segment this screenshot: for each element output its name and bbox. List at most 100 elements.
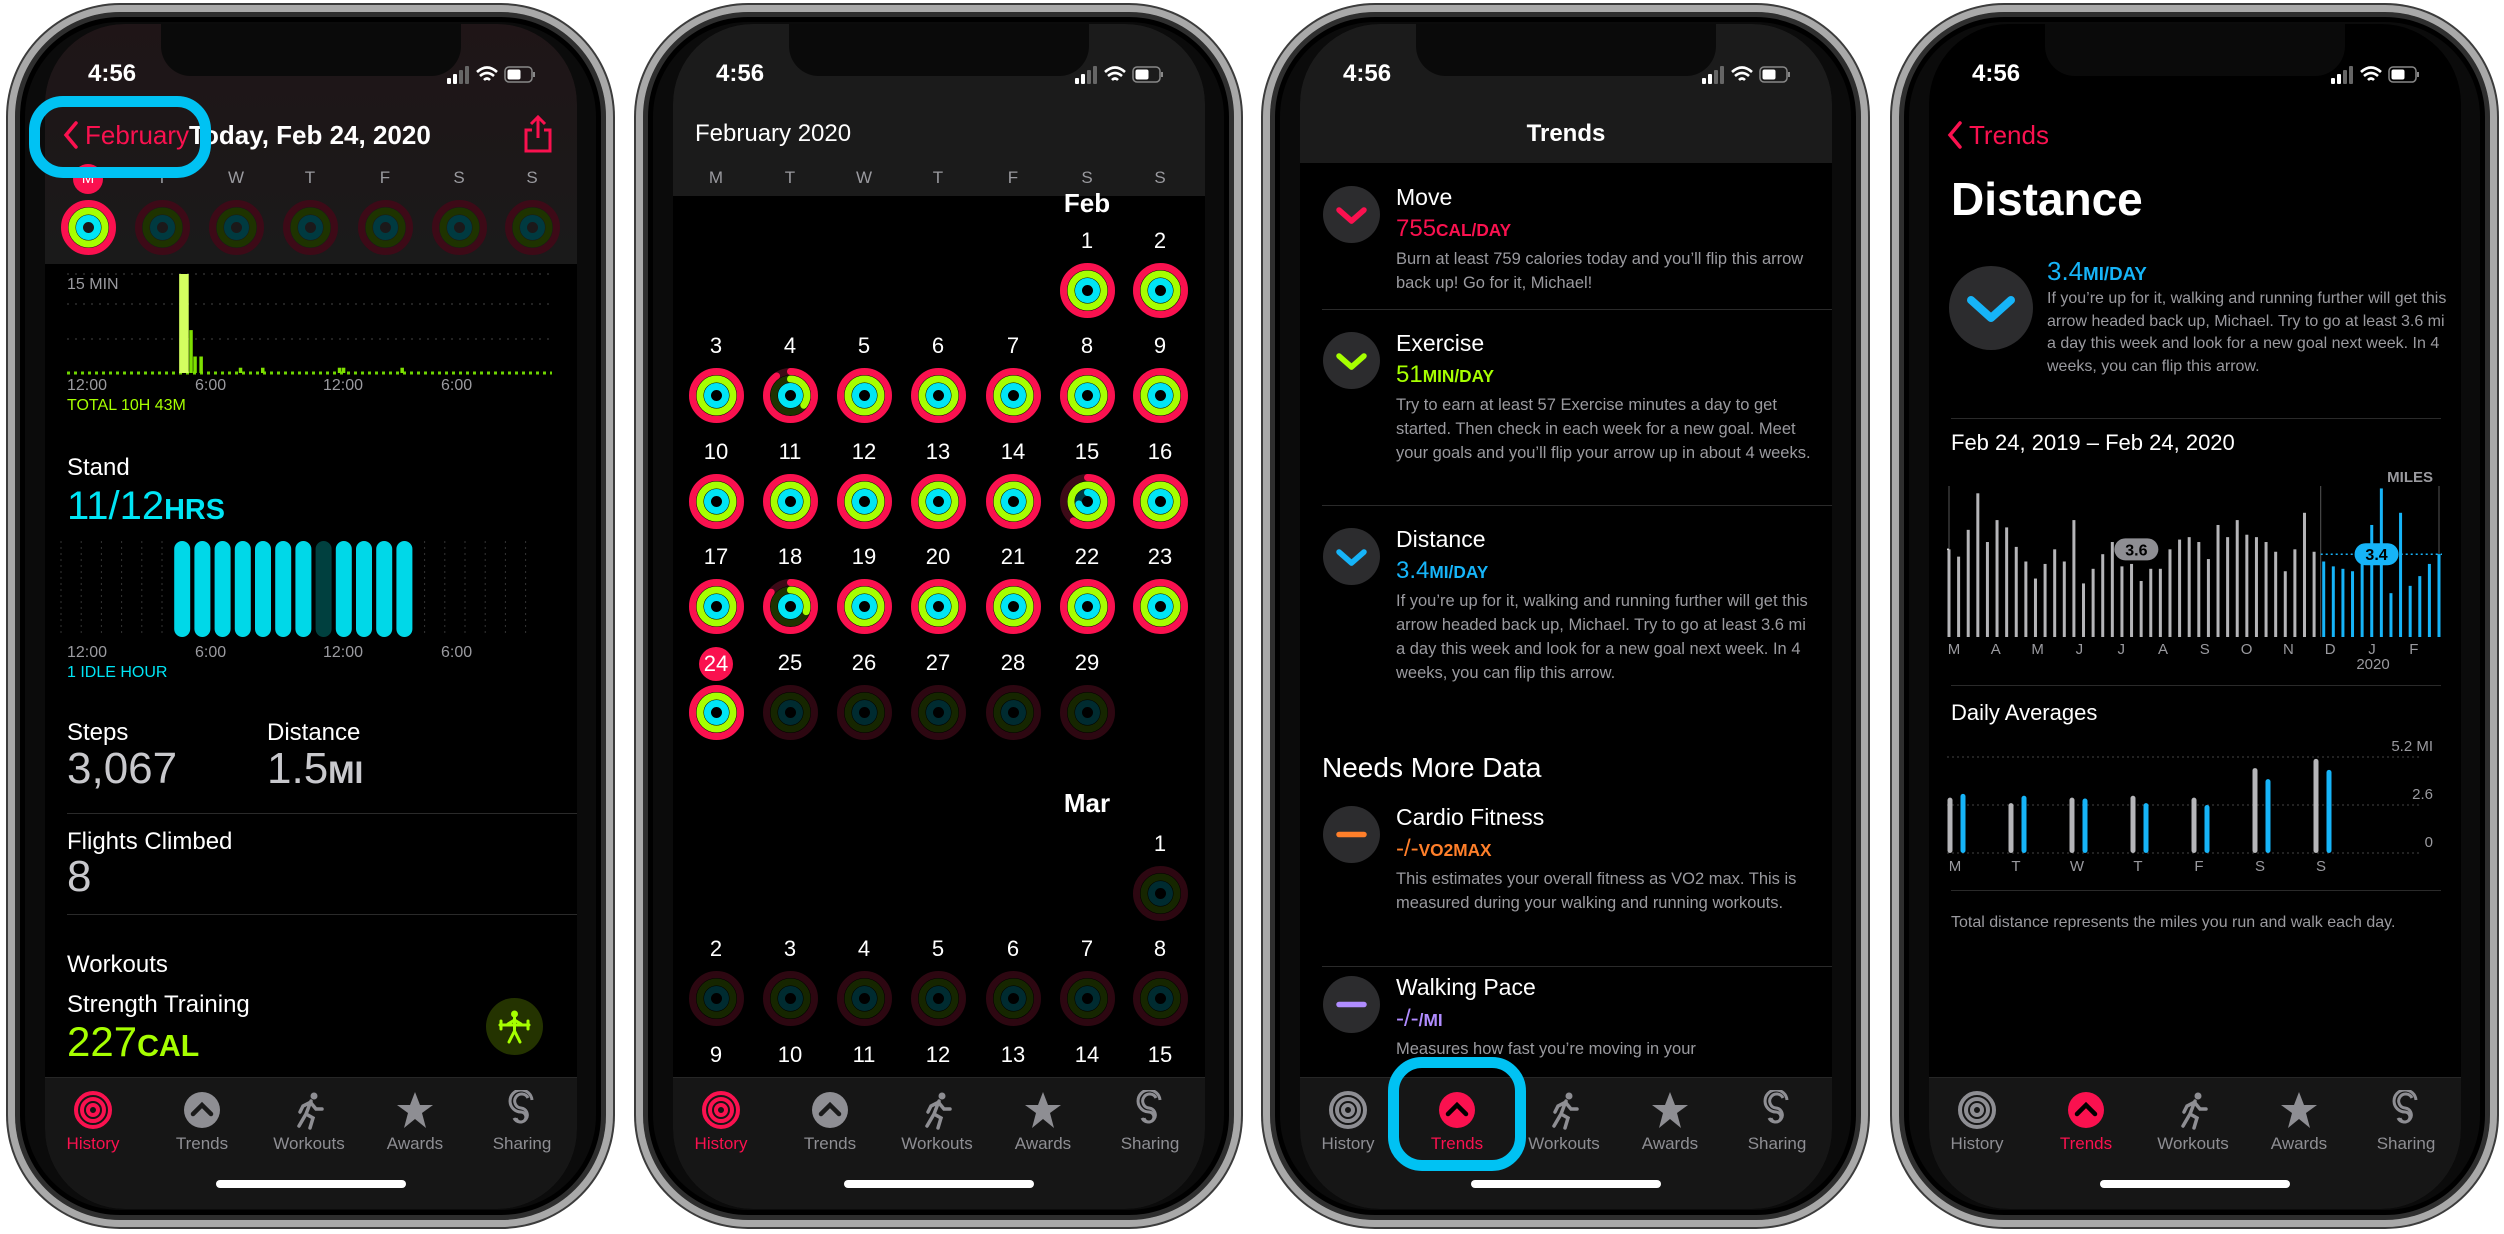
calendar-day[interactable]: 16 — [1135, 439, 1185, 465]
activity-rings-icon[interactable] — [688, 473, 745, 530]
activity-rings-icon[interactable] — [985, 578, 1042, 635]
activity-rings-icon[interactable] — [836, 473, 893, 530]
tab-trends[interactable]: Trends — [152, 1090, 252, 1154]
activity-rings-icon[interactable] — [431, 199, 488, 256]
activity-rings-icon[interactable] — [1059, 970, 1116, 1027]
calendar-day[interactable]: 17 — [691, 544, 741, 570]
activity-rings-icon[interactable] — [688, 367, 745, 424]
calendar-day[interactable]: 12 — [913, 1042, 963, 1068]
calendar-day[interactable]: 25 — [765, 650, 815, 676]
calendar-day[interactable]: 8 — [1135, 936, 1185, 962]
activity-rings-icon[interactable] — [762, 970, 819, 1027]
calendar-day[interactable]: 24 — [699, 647, 733, 681]
calendar-day[interactable]: 27 — [913, 650, 963, 676]
activity-rings-icon[interactable] — [1132, 473, 1189, 530]
calendar-day[interactable]: 3 — [691, 333, 741, 359]
activity-rings-icon[interactable] — [60, 199, 117, 256]
activity-rings-icon[interactable] — [762, 367, 819, 424]
calendar-day[interactable]: 10 — [691, 439, 741, 465]
tab-history[interactable]: History — [1929, 1090, 2027, 1154]
calendar-day[interactable]: 4 — [765, 333, 815, 359]
calendar-day[interactable]: 14 — [1062, 1042, 1112, 1068]
activity-rings-icon[interactable] — [836, 578, 893, 635]
trend-item[interactable]: Exercise 51MIN/DAY Try to earn at least 57… — [1396, 330, 1816, 465]
calendar-day[interactable]: 14 — [988, 439, 1038, 465]
calendar-day[interactable]: 13 — [913, 439, 963, 465]
calendar-day[interactable]: 21 — [988, 544, 1038, 570]
tab-sharing[interactable]: Sharing — [1727, 1090, 1827, 1154]
activity-rings-icon[interactable] — [208, 199, 265, 256]
activity-rings-icon[interactable] — [910, 970, 967, 1027]
activity-rings-icon[interactable] — [688, 684, 745, 741]
tab-awards[interactable]: Awards — [365, 1090, 465, 1154]
tab-trends[interactable]: Trends — [2036, 1090, 2136, 1154]
calendar-day[interactable]: 6 — [913, 333, 963, 359]
calendar-day[interactable]: 18 — [765, 544, 815, 570]
calendar-day[interactable]: 26 — [839, 650, 889, 676]
home-indicator[interactable] — [216, 1180, 406, 1188]
activity-rings-icon[interactable] — [985, 473, 1042, 530]
tab-sharing[interactable]: Sharing — [472, 1090, 572, 1154]
tab-awards[interactable]: Awards — [993, 1090, 1093, 1154]
calendar-day[interactable]: 11 — [839, 1042, 889, 1068]
activity-rings-icon[interactable] — [762, 684, 819, 741]
tab-awards[interactable]: Awards — [1620, 1090, 1720, 1154]
tab-workouts[interactable]: Workouts — [259, 1090, 359, 1154]
activity-rings-icon[interactable] — [1059, 262, 1116, 319]
activity-rings-icon[interactable] — [836, 367, 893, 424]
activity-rings-icon[interactable] — [1059, 367, 1116, 424]
activity-rings-icon[interactable] — [1132, 367, 1189, 424]
tab-workouts[interactable]: Workouts — [887, 1090, 987, 1154]
activity-rings-icon[interactable] — [1132, 970, 1189, 1027]
activity-rings-icon[interactable] — [688, 578, 745, 635]
tab-history[interactable]: History — [45, 1090, 143, 1154]
calendar-day[interactable]: 3 — [765, 936, 815, 962]
activity-rings-icon[interactable] — [985, 684, 1042, 741]
activity-rings-icon[interactable] — [910, 578, 967, 635]
activity-rings-icon[interactable] — [1132, 262, 1189, 319]
calendar-day[interactable]: 11 — [765, 439, 815, 465]
strength-training-icon[interactable] — [486, 998, 543, 1055]
calendar-day[interactable]: 13 — [988, 1042, 1038, 1068]
activity-rings-icon[interactable] — [762, 473, 819, 530]
calendar-day[interactable]: 2 — [1135, 228, 1185, 254]
activity-rings-icon[interactable] — [1132, 865, 1189, 922]
calendar-day[interactable]: 19 — [839, 544, 889, 570]
tab-history[interactable]: History — [673, 1090, 771, 1154]
trend-item[interactable]: Move 755CAL/DAY Burn at least 759 calories… — [1396, 184, 1816, 295]
activity-rings-icon[interactable] — [134, 199, 191, 256]
calendar-day[interactable]: 23 — [1135, 544, 1185, 570]
activity-rings-icon[interactable] — [504, 199, 561, 256]
tab-sharing[interactable]: Sharing — [1100, 1090, 1200, 1154]
tab-trends[interactable]: Trends — [780, 1090, 880, 1154]
calendar-day[interactable]: 9 — [1135, 333, 1185, 359]
activity-rings-icon[interactable] — [1059, 684, 1116, 741]
calendar-day[interactable]: 7 — [988, 333, 1038, 359]
calendar-day[interactable]: 7 — [1062, 936, 1112, 962]
activity-rings-icon[interactable] — [1059, 473, 1116, 530]
activity-rings-icon[interactable] — [910, 367, 967, 424]
activity-rings-icon[interactable] — [357, 199, 414, 256]
trend-item[interactable]: Walking Pace -/-/MI Measures how fast you’… — [1396, 974, 1816, 1061]
calendar-day[interactable]: 5 — [839, 333, 889, 359]
tab-workouts[interactable]: Workouts — [2143, 1090, 2243, 1154]
back-button[interactable]: Trends — [1947, 120, 2049, 150]
calendar-day[interactable]: 5 — [913, 936, 963, 962]
activity-rings-icon[interactable] — [910, 473, 967, 530]
calendar-day[interactable]: 22 — [1062, 544, 1112, 570]
calendar-day[interactable]: 1 — [1062, 228, 1112, 254]
home-indicator[interactable] — [2100, 1180, 2290, 1188]
calendar-day[interactable]: 4 — [839, 936, 889, 962]
calendar-day[interactable]: 6 — [988, 936, 1038, 962]
activity-rings-icon[interactable] — [1059, 578, 1116, 635]
calendar-day[interactable]: 20 — [913, 544, 963, 570]
calendar-day[interactable]: 2 — [691, 936, 741, 962]
share-icon[interactable] — [523, 114, 553, 154]
activity-rings-icon[interactable] — [836, 970, 893, 1027]
calendar-day[interactable]: 1 — [1135, 831, 1185, 857]
trend-item[interactable]: Cardio Fitness -/-VO2MAX This estimates yo… — [1396, 804, 1816, 915]
tab-sharing[interactable]: Sharing — [2356, 1090, 2456, 1154]
trend-item[interactable]: Distance 3.4MI/DAY If you’re up for it, wa… — [1396, 526, 1816, 685]
activity-rings-icon[interactable] — [282, 199, 339, 256]
calendar-day[interactable]: 29 — [1062, 650, 1112, 676]
